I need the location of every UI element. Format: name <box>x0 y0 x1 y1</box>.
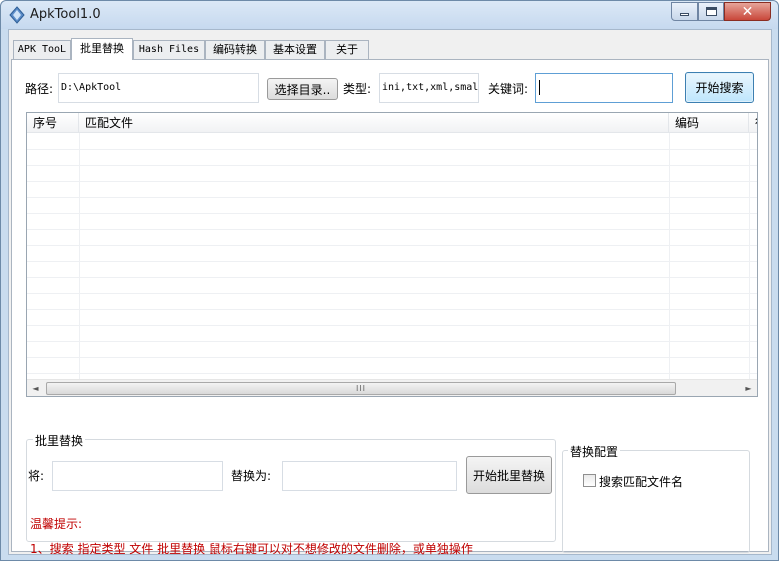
tips-heading: 温馨提示: <box>30 517 83 531</box>
path-input[interactable]: D:\ApkTool <box>58 73 259 103</box>
grid-row-line <box>27 373 757 374</box>
replace-config-group-title: 替换配置 <box>568 443 621 460</box>
close-button[interactable]: ✕ <box>724 2 771 21</box>
column-header-index[interactable]: 序号 <box>27 113 79 133</box>
search-filename-label[interactable]: 搜索匹配文件名 <box>599 473 683 490</box>
search-filename-checkbox[interactable] <box>583 474 596 487</box>
browse-button[interactable]: 选择目录.. <box>267 78 338 100</box>
grid-column-line <box>749 133 750 379</box>
horizontal-scrollbar[interactable]: ◄ III ► <box>27 379 757 396</box>
minimize-icon <box>680 13 689 16</box>
scroll-left-icon[interactable]: ◄ <box>27 380 44 396</box>
grid-row-line <box>27 277 757 278</box>
grid-row-line <box>27 293 757 294</box>
path-label: 路径: <box>25 82 54 96</box>
batch-replace-group-title: 批里替换 <box>33 432 86 449</box>
close-icon: ✕ <box>741 3 754 20</box>
scrollbar-thumb[interactable]: III <box>46 382 676 395</box>
replace-to-label: 替换为: <box>231 469 272 483</box>
window-title: ApkTool1.0 <box>30 7 101 22</box>
client-area: APK TooL 批里替换 Hash Files 编码转换 基本设置 关于 路径… <box>8 29 772 556</box>
tab-settings[interactable]: 基本设置 <box>265 40 325 59</box>
results-table[interactable]: 序号 匹配文件 编码 行 ◄ III ► <box>26 112 758 397</box>
replace-from-input[interactable] <box>52 461 223 491</box>
table-body[interactable] <box>27 133 757 379</box>
type-input[interactable]: ini,txt,xml,smal <box>379 73 479 103</box>
app-window: ApkTool1.0 ✕ APK TooL 批里替换 Hash Files 编码… <box>0 0 779 561</box>
keyword-label: 关键词: <box>488 82 529 96</box>
grid-column-line <box>79 133 80 379</box>
title-bar[interactable]: ApkTool1.0 ✕ <box>1 1 778 29</box>
grid-row-line <box>27 309 757 310</box>
tab-encoding[interactable]: 编码转换 <box>205 40 265 59</box>
batch-replace-panel: 路径: D:\ApkTool 选择目录.. 类型: ini,txt,xml,sm… <box>11 59 769 556</box>
replace-from-label: 将: <box>28 469 45 483</box>
grid-row-line <box>27 213 757 214</box>
grid-row-line <box>27 165 757 166</box>
text-caret <box>539 79 540 95</box>
grid-column-line <box>669 133 670 379</box>
keyword-input[interactable] <box>535 73 673 103</box>
tab-batch-replace[interactable]: 批里替换 <box>71 38 133 60</box>
grid-row-line <box>27 229 757 230</box>
grid-row-line <box>27 245 757 246</box>
tab-about[interactable]: 关于 <box>325 40 369 59</box>
maximize-icon <box>705 7 717 16</box>
column-header-file[interactable]: 匹配文件 <box>79 113 669 133</box>
maximize-button[interactable] <box>698 2 724 21</box>
column-header-encoding[interactable]: 编码 <box>669 113 749 133</box>
grid-row-line <box>27 197 757 198</box>
app-icon <box>9 6 25 24</box>
grid-row-line <box>27 357 757 358</box>
tips-line: 1、搜索 指定类型 文件 批里替换 鼠标右键可以对不想修改的文件删除，或单独操作 <box>30 542 473 556</box>
grid-row-line <box>27 181 757 182</box>
start-search-button[interactable]: 开始搜索 <box>685 72 754 103</box>
start-batch-replace-button[interactable]: 开始批里替换 <box>466 456 552 494</box>
replace-to-input[interactable] <box>282 461 457 491</box>
grid-row-line <box>27 261 757 262</box>
tab-apk-tool[interactable]: APK TooL <box>13 40 71 59</box>
table-header: 序号 匹配文件 编码 行 <box>27 113 757 133</box>
column-header-line[interactable]: 行 <box>749 113 757 133</box>
minimize-button[interactable] <box>671 2 698 21</box>
grid-row-line <box>27 325 757 326</box>
tab-hash-files[interactable]: Hash Files <box>133 40 205 59</box>
scroll-right-icon[interactable]: ► <box>740 380 757 396</box>
grid-row-line <box>27 341 757 342</box>
type-label: 类型: <box>343 82 372 96</box>
replace-config-group: 替换配置 <box>562 443 750 553</box>
grid-row-line <box>27 149 757 150</box>
